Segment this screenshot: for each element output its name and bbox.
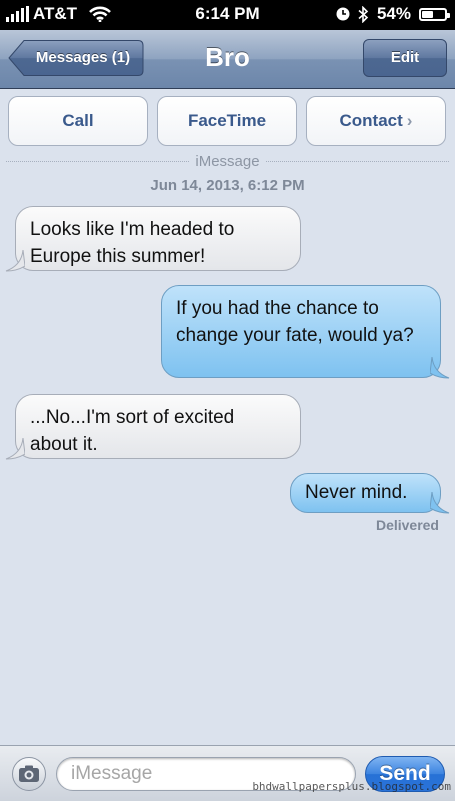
delivered-status: Delivered <box>375 517 439 533</box>
status-right: 54% <box>336 4 450 24</box>
battery-fill <box>422 10 433 18</box>
message-bubble-sent[interactable]: If you had the chance to change your fat… <box>161 285 441 378</box>
bubble-tail <box>430 492 450 514</box>
message-bubble-received[interactable]: ...No...I'm sort of excited about it. <box>15 394 301 459</box>
composer-bar: Send bhdwallpapersplus.blogspot.com <box>0 745 455 801</box>
status-bar: AT&T 6:14 PM 54% <box>0 0 455 30</box>
message-bubble-sent[interactable]: Never mind. <box>290 473 441 513</box>
service-label-text: iMessage <box>189 153 266 170</box>
battery-percent: 54% <box>376 4 411 23</box>
bubble-tail <box>5 438 25 460</box>
bubble-tail <box>5 250 25 272</box>
conversation-timestamp: Jun 14, 2013, 6:12 PM <box>150 177 305 194</box>
bubble-tail <box>430 357 450 379</box>
watermark: bhdwallpapersplus.blogspot.com <box>252 780 451 793</box>
facetime-button[interactable]: FaceTime <box>157 96 297 146</box>
battery-icon <box>419 7 450 21</box>
chevron-right-icon: › <box>406 111 413 130</box>
message-text: Looks like I'm headed to Europe this sum… <box>30 219 235 267</box>
contact-actions: Call FaceTime Contact › <box>0 96 455 148</box>
camera-icon <box>12 757 46 791</box>
service-label: iMessage <box>0 153 455 170</box>
nav-bar: Messages (1) Bro Edit <box>0 30 455 89</box>
contact-button[interactable]: Contact › <box>306 96 446 146</box>
message-bubble-received[interactable]: Looks like I'm headed to Europe this sum… <box>15 206 301 271</box>
message-text: Never mind. <box>305 482 408 503</box>
call-button[interactable]: Call <box>8 96 148 146</box>
contact-button-label: Contact <box>339 111 403 130</box>
clock-icon <box>336 7 350 21</box>
bluetooth-icon <box>358 5 369 23</box>
message-text: If you had the chance to change your fat… <box>176 298 414 346</box>
camera-button[interactable] <box>10 756 48 792</box>
edit-button[interactable]: Edit <box>363 39 447 77</box>
message-text: ...No...I'm sort of excited about it. <box>30 407 235 455</box>
